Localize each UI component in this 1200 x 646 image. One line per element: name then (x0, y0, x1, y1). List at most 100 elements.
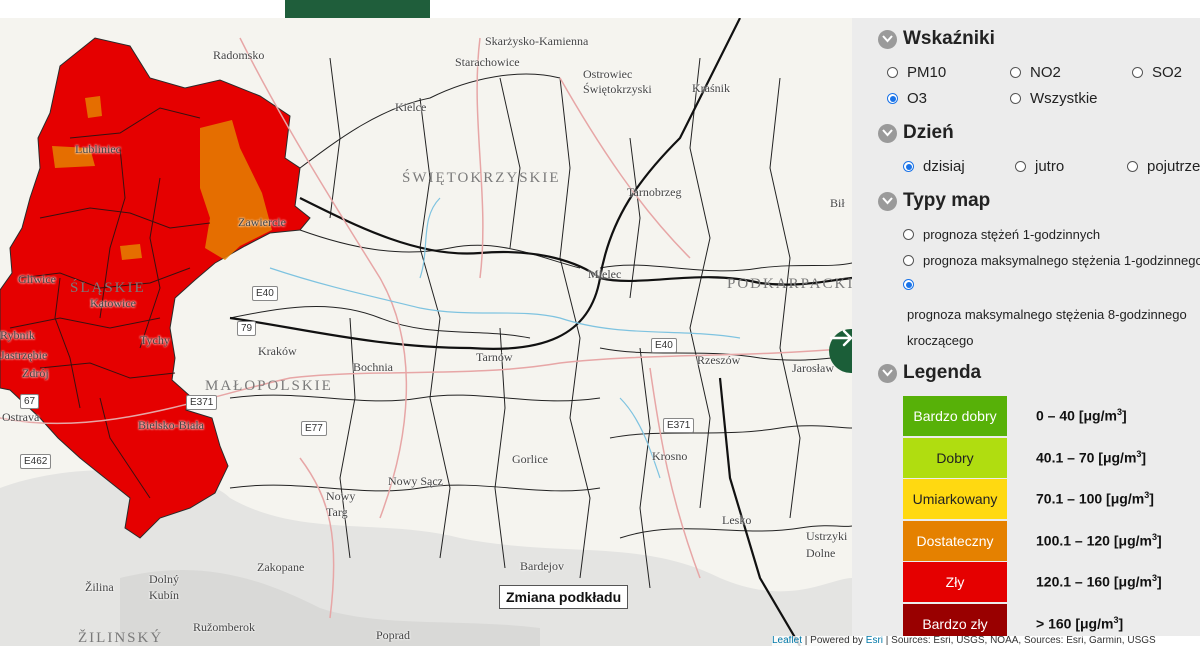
city-label: Krosno (652, 449, 688, 463)
day-header[interactable]: Dzień (878, 122, 954, 144)
city-label: Bochnia (353, 360, 393, 374)
radio-button[interactable] (903, 229, 914, 240)
radio-button-selected[interactable] (903, 161, 914, 172)
map-type-option-max-1h[interactable]: prognoza maksymalnego stężenia 1-godzinn… (903, 253, 1200, 268)
city-label: Zawiercie (238, 215, 286, 229)
indicator-option-all[interactable]: Wszystkie (1010, 90, 1098, 107)
road-shield: E371 (186, 395, 218, 410)
radio-button[interactable] (887, 67, 898, 78)
map-attribution: Leaflet | Powered by Esri | Sources: Esr… (772, 636, 1200, 646)
city-label: Gorlice (512, 452, 548, 466)
radio-button-selected[interactable] (887, 93, 898, 104)
legend-color-box: Bardzo dobry (903, 396, 1007, 436)
city-label: Zakopane (257, 560, 305, 574)
radio-button[interactable] (1010, 93, 1021, 104)
city-label: Bił (830, 196, 845, 210)
day-option-tomorrow[interactable]: jutro (1015, 158, 1064, 175)
chevron-down-icon (878, 123, 897, 143)
legend-color-box: Umiarkowany (903, 479, 1007, 519)
city-label: Radomsko (213, 48, 265, 62)
indicators-header[interactable]: Wskaźniki (878, 28, 995, 50)
city-label: Skarżysko-Kamienna (485, 34, 589, 48)
radio-button[interactable] (1015, 161, 1026, 172)
region-label: ŚWIĘTOKRZYSKIE (402, 170, 561, 186)
option-label: PM10 (907, 64, 947, 81)
option-label: pojutrze (1147, 158, 1200, 175)
radio-button[interactable] (1132, 67, 1143, 78)
region-label: MAŁOPOLSKIE (205, 378, 333, 394)
city-label: Lesko (722, 513, 752, 527)
city-label: Kubín (149, 588, 179, 602)
city-label: Jastrzębie (0, 348, 48, 362)
city-label: Nowy (326, 489, 356, 503)
active-tab[interactable] (285, 0, 430, 18)
map-types-title: Typy map (903, 190, 991, 211)
indicator-option-o3[interactable]: O3 (887, 90, 927, 107)
indicator-option-pm10[interactable]: PM10 (887, 64, 946, 81)
legend-header[interactable]: Legenda (878, 362, 981, 384)
city-label: Kraśnik (692, 81, 730, 95)
city-label: Bardejov (520, 559, 564, 573)
region-label: ŚLĄSKIE (70, 280, 146, 296)
indicator-option-no2[interactable]: NO2 (1010, 64, 1061, 81)
city-label: Jarosław (792, 361, 834, 375)
city-label: Świętokrzyski (583, 82, 652, 96)
option-label: NO2 (1030, 64, 1061, 81)
road-shield: E462 (20, 454, 52, 469)
chevron-down-icon (878, 29, 897, 49)
option-label: prognoza maksymalnego stężenia 1-godzinn… (923, 253, 1200, 268)
esri-link[interactable]: Esri (866, 636, 883, 646)
map-types-header[interactable]: Typy map (878, 190, 990, 212)
city-label: Žilina (85, 580, 114, 594)
city-label: Tychy (140, 333, 170, 347)
road-shield: E371 (663, 418, 695, 433)
option-label: O3 (907, 90, 928, 107)
attribution-sources: | Sources: Esri, USGS, NOAA, Sources: Es… (883, 636, 1156, 646)
legend-color-box: Zły (903, 562, 1007, 602)
radio-button[interactable] (903, 255, 914, 266)
legend-color-box: Bardzo zły (903, 603, 1007, 636)
chevron-down-icon (878, 363, 897, 383)
basemap-switch-button[interactable]: Zmiana podkładu (499, 585, 629, 609)
leaflet-link[interactable]: Leaflet (772, 636, 802, 646)
option-label: dzisiaj (923, 158, 965, 175)
map[interactable]: Radomsko Skarżysko-Kamienna Starachowice Os… (0, 18, 852, 646)
city-label: Kraków (258, 344, 297, 358)
day-option-day-after[interactable]: pojutrze (1127, 158, 1200, 175)
attribution-powered: | Powered by (802, 636, 866, 646)
city-label: Bielsko-Biała (138, 418, 204, 432)
radio-button-selected[interactable] (903, 279, 914, 290)
city-label: Katowice (90, 296, 136, 310)
city-label: Starachowice (455, 55, 520, 69)
region-label: PODKARPACKIE (727, 276, 852, 292)
city-label: Mielec (588, 267, 622, 281)
option-label: Wszystkie (1030, 90, 1098, 107)
side-panel: Wskaźniki PM10 NO2 SO2 O3 Wszystkie Dzie… (852, 18, 1200, 636)
city-label: Zdrój (22, 366, 49, 380)
radio-button[interactable] (1010, 67, 1021, 78)
city-label: Dolný (149, 572, 179, 586)
radio-button[interactable] (1127, 161, 1138, 172)
legend-range: 0 – 40 [μg/m3] (1036, 407, 1127, 424)
road-shield: E40 (651, 338, 677, 353)
city-label: Dolne (806, 546, 836, 560)
indicators-title: Wskaźniki (903, 28, 995, 49)
city-label: Lubliniec (75, 142, 121, 156)
option-label: SO2 (1152, 64, 1183, 81)
city-label: Ustrzyki (806, 529, 848, 543)
city-label: Tarnów (476, 350, 513, 364)
legend-range: > 160 [μg/m3] (1036, 614, 1124, 632)
city-label: Gliwice (18, 272, 56, 286)
indicator-option-so2[interactable]: SO2 (1132, 64, 1182, 81)
legend-range: 70.1 – 100 [μg/m3] (1036, 490, 1154, 507)
option-label: jutro (1035, 158, 1065, 175)
map-type-option-1h[interactable]: prognoza stężeń 1-godzinnych (903, 227, 1100, 242)
city-label: Targ (326, 505, 348, 519)
map-type-option-max-8h-label[interactable]: prognoza maksymalnego stężenia 8-godzinn… (907, 302, 1197, 354)
city-label: Tarnobrzeg (627, 185, 682, 199)
city-label: Ružomberok (193, 620, 255, 634)
map-type-option-max-8h[interactable] (903, 279, 923, 290)
city-label: Rzeszów (697, 353, 741, 367)
day-option-today[interactable]: dzisiaj (903, 158, 965, 175)
road-shield: E40 (252, 286, 278, 301)
